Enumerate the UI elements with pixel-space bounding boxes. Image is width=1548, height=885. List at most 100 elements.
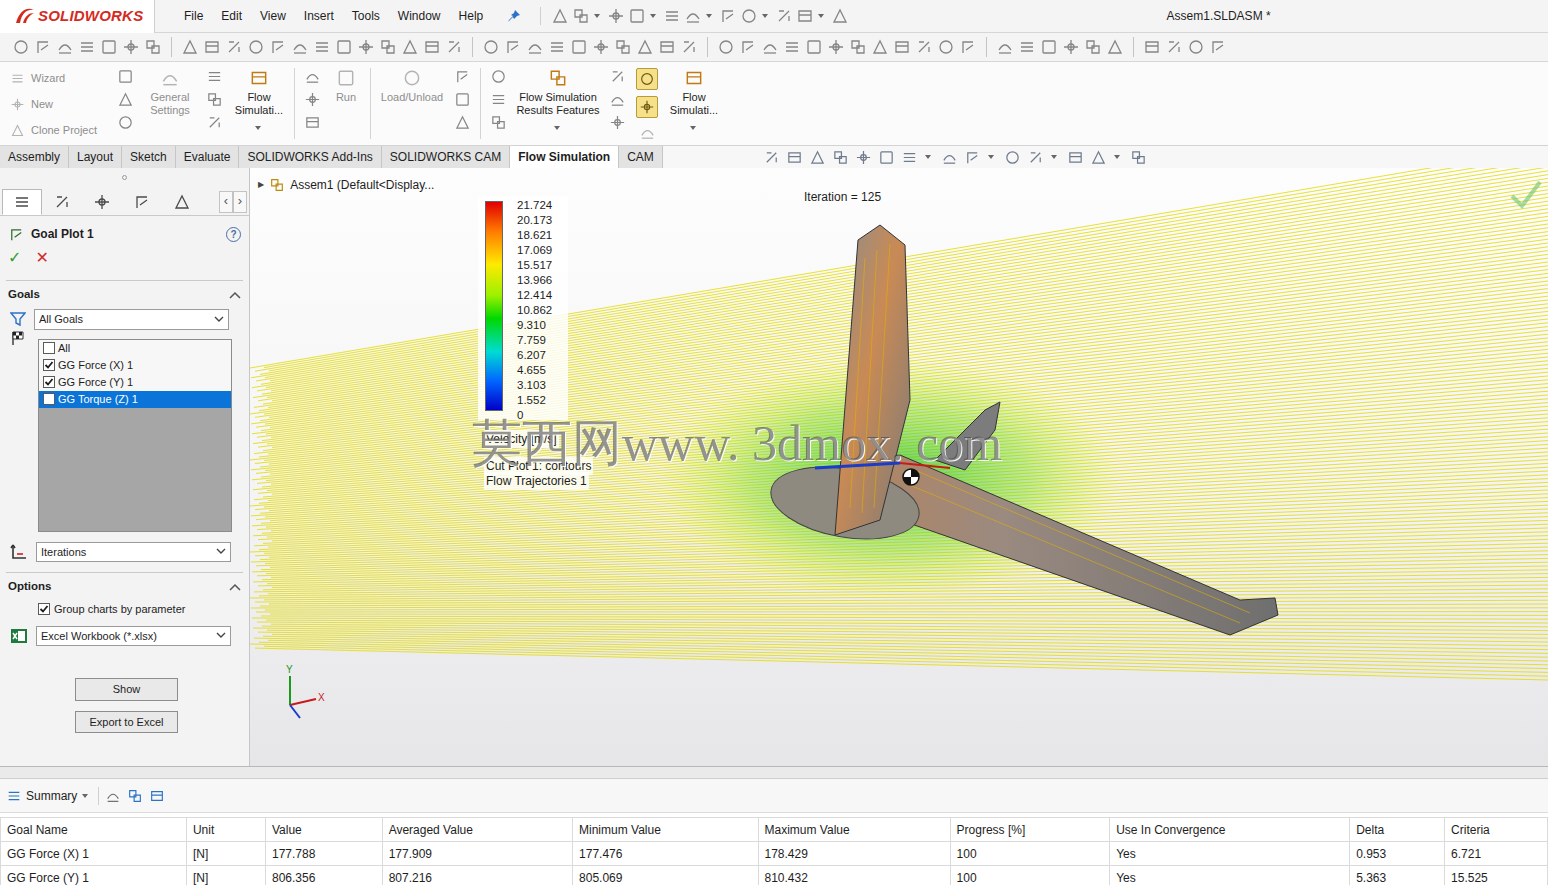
toolbar-icon[interactable] xyxy=(658,38,676,56)
toolbar-icon[interactable] xyxy=(504,38,522,56)
dropdown-arrow-icon[interactable] xyxy=(650,14,656,18)
toolbar-icon[interactable] xyxy=(1143,38,1161,56)
view-tool-icon[interactable] xyxy=(901,149,918,166)
ribbon-small-button[interactable]: Wizard xyxy=(10,68,106,88)
toolbar-icon[interactable] xyxy=(1062,38,1080,56)
ribbon-item-icon[interactable] xyxy=(10,97,25,112)
ribbon-toggle[interactable] xyxy=(636,68,658,90)
toolbar-icon[interactable] xyxy=(783,38,801,56)
menu-item[interactable]: File xyxy=(175,5,212,27)
column-header[interactable]: Criteria xyxy=(1445,818,1548,842)
toolbar-icon[interactable] xyxy=(335,38,353,56)
x-axis-select[interactable]: Iterations xyxy=(36,542,231,563)
ok-button[interactable]: ✓ xyxy=(8,246,21,270)
toolbar-icon[interactable] xyxy=(291,38,309,56)
toolbar-icon[interactable] xyxy=(739,38,757,56)
quick-access-icon[interactable] xyxy=(684,7,702,25)
toolbar-icon[interactable] xyxy=(1106,38,1124,56)
dropdown-arrow-icon[interactable] xyxy=(255,126,261,130)
dropdown-arrow-icon[interactable] xyxy=(762,14,768,18)
dropdown-arrow-icon[interactable] xyxy=(594,14,600,18)
ribbon-large-button[interactable]: Load/Unload xyxy=(375,64,449,104)
view-tool-icon[interactable] xyxy=(1130,149,1147,166)
quick-access-icon[interactable] xyxy=(740,7,758,25)
ribbon-tab[interactable]: Assembly xyxy=(0,146,69,168)
ribbon-large-button[interactable]: Run xyxy=(326,64,366,104)
dropdown-arrow-icon[interactable] xyxy=(690,126,696,130)
panel-splitter[interactable] xyxy=(0,767,1548,779)
app-logo[interactable]: SOLIDWORKS xyxy=(0,0,155,33)
toolbar-icon[interactable] xyxy=(893,38,911,56)
ribbon-command-icon[interactable] xyxy=(160,68,180,88)
quick-access-icon[interactable] xyxy=(628,7,646,25)
dropdown-arrow-icon[interactable] xyxy=(82,794,88,798)
toolbar-icon[interactable] xyxy=(203,38,221,56)
checkbox[interactable] xyxy=(43,359,55,371)
toolbar-icon[interactable] xyxy=(680,38,698,56)
view-tool-icon[interactable] xyxy=(855,149,872,166)
view-tool-icon[interactable] xyxy=(878,149,895,166)
view-tool-icon[interactable] xyxy=(763,149,780,166)
ribbon-small-button[interactable]: Clone Project xyxy=(10,120,106,140)
menu-item[interactable]: Help xyxy=(450,5,493,27)
graphics-area[interactable]: ▶Assem1 (Default<Display...Iteration = 1… xyxy=(250,168,1548,766)
toolbar-icon[interactable] xyxy=(225,38,243,56)
section-header[interactable]: Options xyxy=(0,573,249,595)
menu-item[interactable]: Edit xyxy=(212,5,251,27)
ribbon-tab[interactable]: Sketch xyxy=(122,146,176,168)
toolbar-icon[interactable] xyxy=(548,38,566,56)
ribbon-small-icon[interactable] xyxy=(454,91,471,108)
column-header[interactable]: Value xyxy=(265,818,382,842)
quick-access-icon[interactable] xyxy=(551,7,569,25)
toolbar-icon[interactable] xyxy=(269,38,287,56)
ribbon-command-icon[interactable] xyxy=(684,68,704,88)
toolbar-icon[interactable] xyxy=(144,38,162,56)
goal-list[interactable]: AllGG Force (X) 1GG Force (Y) 1GG Torque… xyxy=(38,339,232,532)
toolbar-icon[interactable] xyxy=(614,38,632,56)
goal-list-item[interactable]: All xyxy=(39,340,231,357)
feature-tree-flyout[interactable]: ▶Assem1 (Default<Display... xyxy=(258,176,434,194)
toolbar-icon[interactable] xyxy=(12,38,30,56)
scroll-arrow[interactable]: ‹ xyxy=(219,191,233,213)
ribbon-small-icon[interactable] xyxy=(454,114,471,131)
panel-tab[interactable] xyxy=(42,189,82,215)
view-tool-icon[interactable] xyxy=(964,149,981,166)
ribbon-small-icon[interactable] xyxy=(304,91,321,108)
ribbon-tab[interactable]: Layout xyxy=(69,146,122,168)
ribbon-tab[interactable]: Flow Simulation xyxy=(510,146,619,168)
refresh-icon[interactable] xyxy=(105,788,121,804)
ribbon-small-icon[interactable] xyxy=(206,68,223,85)
ribbon-small-icon[interactable] xyxy=(490,114,507,131)
help-button[interactable]: ? xyxy=(226,227,241,242)
toolbar-icon[interactable] xyxy=(636,38,654,56)
menu-item[interactable]: Tools xyxy=(343,5,389,27)
ribbon-command-icon[interactable] xyxy=(336,68,356,88)
checkbox[interactable] xyxy=(43,342,55,354)
menu-item[interactable]: View xyxy=(251,5,295,27)
column-header[interactable]: Use In Convergence xyxy=(1110,818,1350,842)
column-header[interactable]: Delta xyxy=(1350,818,1445,842)
toolbar-icon[interactable] xyxy=(849,38,867,56)
toolbar-icon[interactable] xyxy=(357,38,375,56)
ribbon-tab[interactable]: SOLIDWORKS CAM xyxy=(382,146,510,168)
dropdown-arrow-icon[interactable] xyxy=(1051,155,1057,159)
goal-list-item[interactable]: GG Force (Y) 1 xyxy=(39,374,231,391)
toolbar-icon[interactable] xyxy=(526,38,544,56)
menu-item[interactable]: Insert xyxy=(295,5,343,27)
flow-simulation-render[interactable] xyxy=(250,168,1548,766)
ribbon-small-icon[interactable] xyxy=(454,68,471,85)
toolbar-icon[interactable] xyxy=(1018,38,1036,56)
toolbar-icon[interactable] xyxy=(78,38,96,56)
toolbar-icon[interactable] xyxy=(34,38,52,56)
toolbar-icon[interactable] xyxy=(100,38,118,56)
menu-item[interactable]: Window xyxy=(389,5,450,27)
toolbar-icon[interactable] xyxy=(181,38,199,56)
group-charts-option[interactable]: Group charts by parameter xyxy=(0,601,249,618)
toolbar-icon[interactable] xyxy=(1209,38,1227,56)
panel-tab[interactable] xyxy=(82,189,122,215)
table-row[interactable]: GG Force (X) 1[N]177.788177.909177.47617… xyxy=(1,842,1548,866)
view-tool-icon[interactable] xyxy=(786,149,803,166)
toolbar-icon[interactable] xyxy=(827,38,845,56)
toolbar-icon[interactable] xyxy=(959,38,977,56)
ribbon-tab[interactable]: CAM xyxy=(619,146,663,168)
